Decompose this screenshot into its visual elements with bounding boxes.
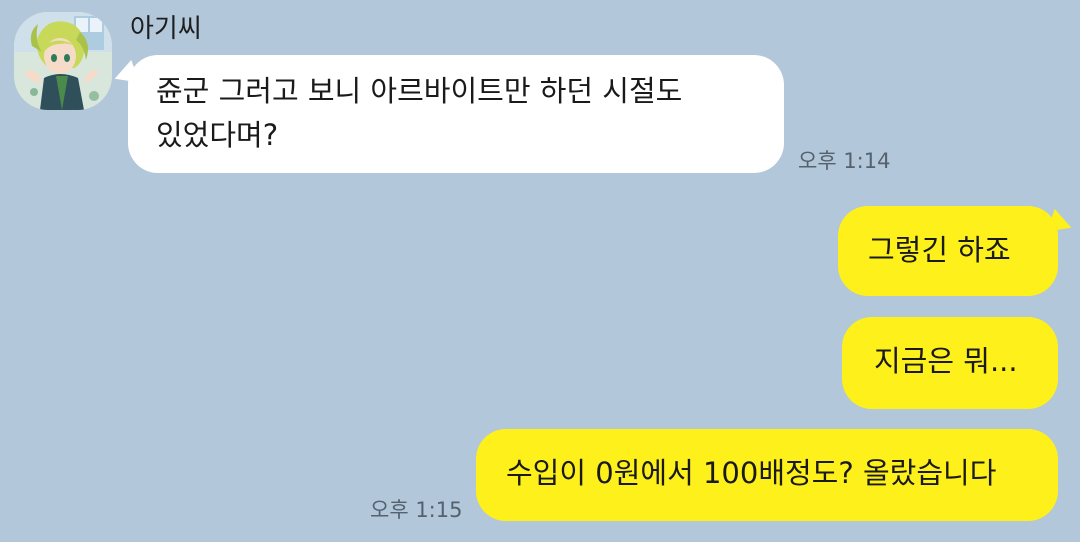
outgoing-message-bubble[interactable]: 그렇긴 하죠: [838, 206, 1076, 296]
message-text-line: 지금은 뭐...: [874, 344, 1018, 378]
message-timestamp: 오후 1:14: [798, 149, 891, 173]
message-text-line: 있었다며?: [156, 118, 279, 152]
profile-avatar-icon: [14, 12, 112, 110]
message-text-line: 수입이 0원에서 100배정도? 올랐습니다: [506, 456, 997, 490]
message-text-line: 쥰군 그러고 보니 아르바이트만 하던 시절도: [156, 74, 683, 108]
bubble-tail: [110, 59, 140, 91]
message-text-line: 그렇긴 하죠: [868, 233, 1011, 267]
outgoing-message-bubble[interactable]: 수입이 0원에서 100배정도? 올랐습니다: [476, 429, 1058, 521]
sender-name: 아기씨: [130, 14, 202, 44]
incoming-message-bubble[interactable]: 쥰군 그러고 보니 아르바이트만 하던 시절도 있었다며?: [110, 55, 784, 173]
outgoing-message-bubble[interactable]: 지금은 뭐...: [842, 317, 1058, 409]
message-timestamp: 오후 1:15: [370, 498, 463, 522]
sender-avatar[interactable]: [14, 12, 112, 110]
